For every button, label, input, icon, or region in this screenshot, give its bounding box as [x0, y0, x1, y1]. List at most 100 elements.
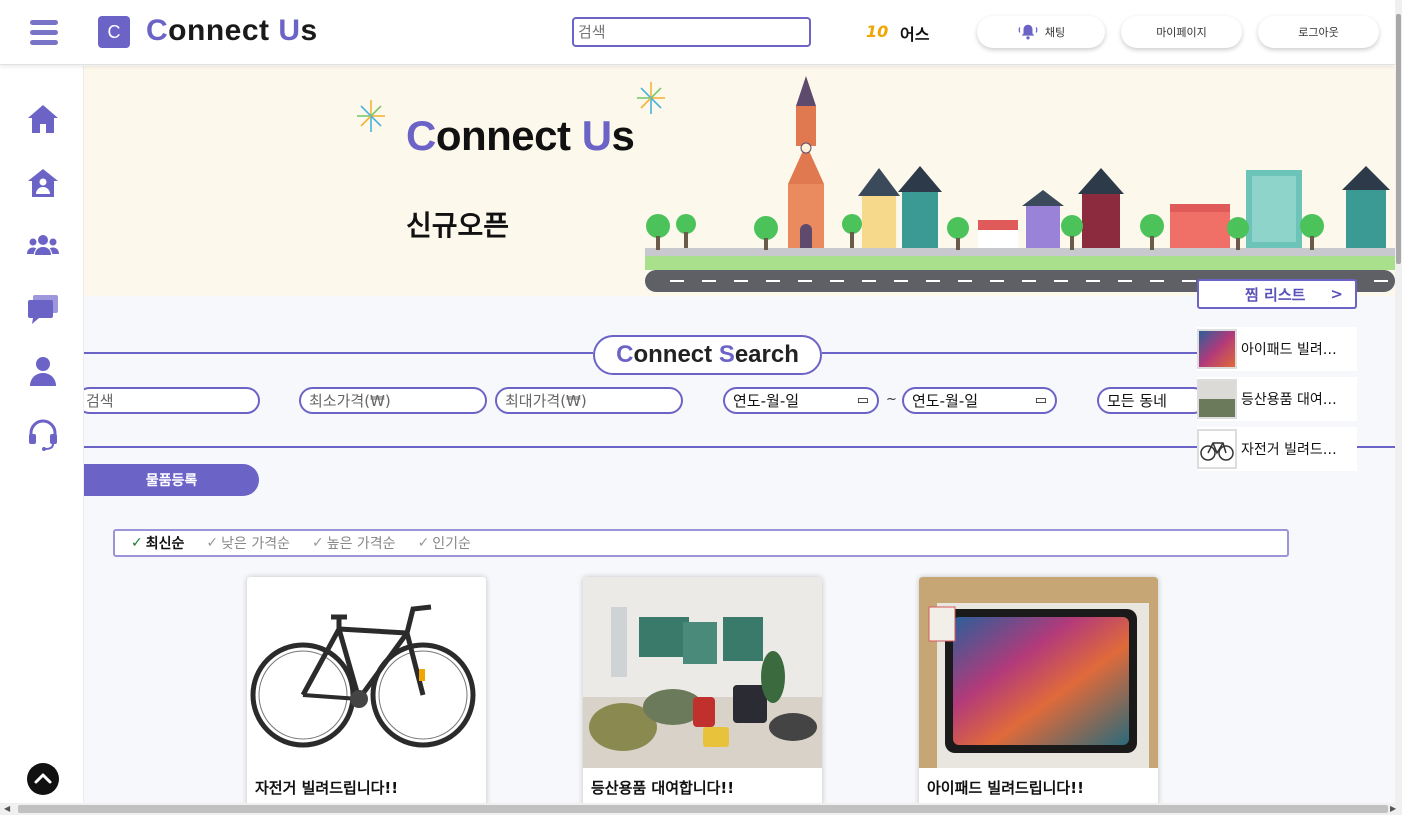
- brand-initial-u: U: [278, 14, 301, 47]
- logout-label: 로그아웃: [1298, 26, 1339, 39]
- camping-gear-image: [583, 577, 822, 768]
- calendar-icon[interactable]: ▭: [1035, 393, 1047, 408]
- hamburger-menu-icon[interactable]: [30, 20, 58, 45]
- max-price-input[interactable]: 최대가격(₩): [495, 387, 683, 414]
- date-to-input[interactable]: 연도-월-일 ▭: [902, 387, 1057, 414]
- region-value: 모든 동네: [1107, 392, 1167, 410]
- sort-low-price[interactable]: ✓ 낮은 가격순: [206, 533, 290, 553]
- calendar-icon[interactable]: ▭: [857, 393, 869, 408]
- sort-label: 인기순: [432, 536, 471, 552]
- wishlist-item[interactable]: 등산용품 대여…: [1197, 377, 1357, 421]
- wishlist-item-label: 아이패드 빌려…: [1241, 342, 1337, 358]
- keyword-placeholder: 검색: [86, 392, 114, 410]
- wishlist-item-label: 등산용품 대여…: [1241, 392, 1337, 408]
- heading-part: onnect: [633, 341, 719, 368]
- divider-line: [822, 352, 1197, 354]
- wishlist-item[interactable]: 아이패드 빌려…: [1197, 327, 1357, 371]
- date-from-input[interactable]: 연도-월-일 ▭: [723, 387, 879, 414]
- horizontal-scroll-thumb[interactable]: [18, 805, 1388, 813]
- chat-button[interactable]: 채팅: [977, 16, 1105, 48]
- sort-latest[interactable]: ✓ 최신순: [131, 533, 184, 553]
- main-content: Connect Search 검색 최소가격(₩) 최대가격(₩) 연도-월-일…: [76, 296, 1395, 815]
- hero-banner: Connect Us 신규오픈: [84, 66, 1395, 296]
- mypage-button[interactable]: 마이페이지: [1121, 16, 1242, 48]
- scroll-right-arrow-icon[interactable]: ▶: [1390, 804, 1396, 813]
- horizontal-scrollbar[interactable]: ◀ ▶: [0, 803, 1402, 815]
- check-icon: ✓: [311, 535, 324, 551]
- banner-title-c: C: [406, 112, 436, 159]
- date-to-value: 연도-월-일: [912, 392, 979, 410]
- wishlist-thumbnail: [1197, 429, 1237, 469]
- banner-title-end: s: [611, 112, 635, 159]
- product-title[interactable]: 등산용품 대여합니다!!: [591, 777, 734, 798]
- connect-search-heading: Connect Search: [593, 335, 822, 375]
- logout-button[interactable]: 로그아웃: [1258, 16, 1379, 48]
- ipad-image: [919, 577, 1158, 768]
- product-card[interactable]: 등산용품 대여합니다!!: [583, 577, 822, 815]
- check-icon: ✓: [131, 535, 143, 551]
- divider-line: [84, 352, 593, 354]
- wishlist-item[interactable]: 자전거 빌려드…: [1197, 427, 1357, 471]
- keyword-search-input[interactable]: 검색: [76, 387, 260, 414]
- chat-bubbles-icon[interactable]: [26, 292, 60, 326]
- brand-initial-c: C: [146, 14, 169, 47]
- check-icon: ✓: [417, 535, 430, 551]
- chevron-right-icon: >: [1330, 285, 1343, 303]
- product-title[interactable]: 아이패드 빌려드립니다!!: [927, 777, 1084, 798]
- wishlist-header[interactable]: 찜 리스트 >: [1197, 279, 1357, 309]
- home-icon[interactable]: [26, 102, 60, 136]
- banner-title-u: U: [581, 112, 612, 159]
- product-image[interactable]: [919, 577, 1158, 768]
- scroll-left-arrow-icon[interactable]: ◀: [4, 804, 10, 813]
- check-icon: ✓: [206, 535, 219, 551]
- sort-high-price[interactable]: ✓ 높은 가격순: [312, 533, 396, 553]
- banner-title: Connect Us: [406, 112, 635, 160]
- sort-label: 최신순: [145, 536, 185, 552]
- min-price-input[interactable]: 최소가격(₩): [299, 387, 487, 414]
- support-headset-icon[interactable]: [26, 418, 60, 452]
- sort-label: 낮은 가격순: [221, 536, 290, 552]
- wishlist-item-label: 자전거 빌려드…: [1241, 442, 1337, 458]
- left-sidebar: [0, 66, 84, 815]
- chat-label: 채팅: [1044, 26, 1066, 39]
- max-price-placeholder: 최대가격(₩): [505, 392, 587, 410]
- town-illustration: [645, 76, 1395, 292]
- date-from-value: 연도-월-일: [733, 392, 800, 410]
- scroll-top-button[interactable]: [27, 763, 59, 795]
- heading-c: C: [616, 341, 634, 368]
- neighborhood-icon[interactable]: [26, 166, 60, 200]
- heading-end: earch: [734, 341, 799, 368]
- brand-part: onnect: [168, 14, 279, 47]
- register-item-button[interactable]: 물품등록: [84, 464, 259, 496]
- header-search-input[interactable]: [572, 17, 811, 47]
- wishlist-thumbnail: [1197, 329, 1237, 369]
- product-image[interactable]: [247, 577, 486, 768]
- brand-name[interactable]: Connect Us: [146, 14, 318, 48]
- date-separator: ~: [886, 392, 897, 407]
- region-select[interactable]: 모든 동네: [1097, 387, 1207, 414]
- product-title[interactable]: 자전거 빌려드립니다!!: [255, 777, 398, 798]
- mypage-label: 마이페이지: [1156, 26, 1207, 39]
- logo-badge[interactable]: C: [98, 16, 130, 48]
- wishlist-thumbnail: [1197, 379, 1237, 419]
- sort-label: 높은 가격순: [326, 536, 396, 552]
- product-card[interactable]: 자전거 빌려드립니다!!: [247, 577, 486, 815]
- product-image[interactable]: [583, 577, 822, 768]
- register-label: 물품등록: [145, 473, 198, 489]
- points-unit: 어스: [900, 25, 930, 44]
- vertical-scrollbar[interactable]: [1395, 0, 1402, 803]
- user-icon[interactable]: [26, 354, 60, 388]
- sort-bar: ✓ 최신순 ✓ 낮은 가격순 ✓ 높은 가격순 ✓ 인기순: [113, 529, 1289, 557]
- firework-icon: [357, 100, 385, 132]
- heading-s: S: [718, 341, 735, 368]
- banner-subtitle: 신규오픈: [406, 209, 510, 242]
- vertical-scroll-thumb[interactable]: [1396, 14, 1401, 264]
- sort-popular[interactable]: ✓ 인기순: [418, 533, 471, 553]
- chevron-up-icon: [34, 773, 52, 784]
- brand-part-end: s: [300, 14, 318, 47]
- wishlist-title: 찜 리스트: [1245, 285, 1306, 304]
- banner-title-part: onnect: [435, 112, 582, 159]
- bell-icon: [1018, 24, 1038, 40]
- group-icon[interactable]: [26, 228, 60, 262]
- product-card[interactable]: 아이패드 빌려드립니다!!: [919, 577, 1158, 815]
